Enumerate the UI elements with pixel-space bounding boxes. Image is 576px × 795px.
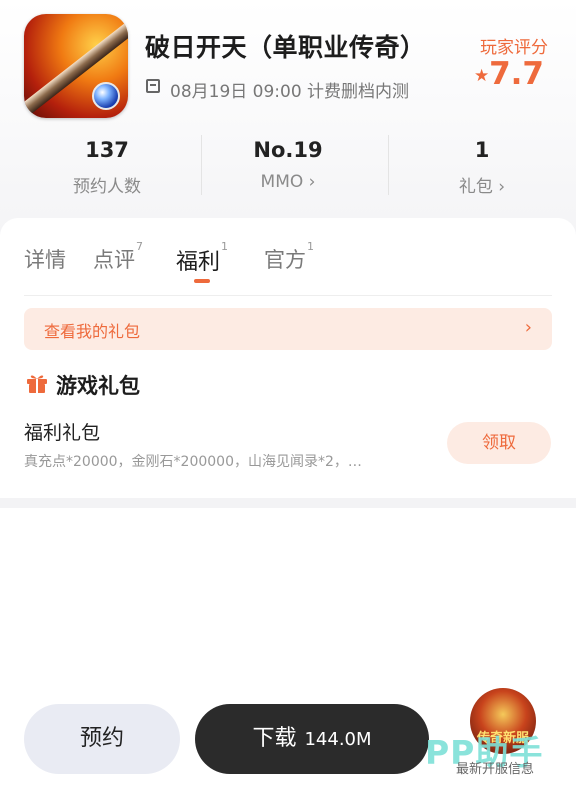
platform-badge-icon <box>92 82 120 110</box>
gift-pack-desc: 真充点*20000，金刚石*200000，山海见闻录*2，… <box>24 454 362 470</box>
stat-label: MMO › <box>260 172 316 192</box>
stat-label: 礼包 › <box>458 177 506 197</box>
section-separator <box>0 498 576 508</box>
tab-badge: 1 <box>307 240 314 253</box>
app-icon[interactable] <box>24 14 128 118</box>
chevron-right-icon: › <box>524 317 532 338</box>
rating-label: 玩家评分 <box>480 38 548 58</box>
calendar-icon <box>146 79 160 93</box>
tab-reviews[interactable]: 点评7 <box>93 240 143 274</box>
gift-pack-name: 福利礼包 <box>24 422 101 444</box>
stat-reservations: 137 预约人数 <box>13 138 201 197</box>
tab-details[interactable]: 详情 <box>24 244 66 274</box>
stat-label: 预约人数 <box>73 177 141 197</box>
banner-text: 查看我的礼包 <box>44 322 141 341</box>
claim-button[interactable]: 领取 <box>447 422 551 464</box>
tab-label: 点评 <box>93 248 135 272</box>
tab-label: 官方 <box>264 248 306 272</box>
tab-label: 详情 <box>24 248 66 272</box>
rating-value: 7.7 <box>489 56 544 92</box>
tab-welfare[interactable]: 福利1 <box>176 240 228 276</box>
test-schedule: 08月19日 09:00 计费删档内测 <box>170 82 410 102</box>
download-size: 144.0M <box>304 729 372 750</box>
stat-value: 1 <box>474 138 490 162</box>
stat-ranking[interactable]: No.19 MMO › <box>194 138 382 192</box>
stat-value: No.19 <box>253 138 323 162</box>
tab-label: 福利 <box>176 250 221 275</box>
tab-divider <box>24 295 552 296</box>
tab-badge: 1 <box>221 240 229 253</box>
download-label: 下载 <box>252 726 297 751</box>
app-title: 破日开天（单职业传奇） <box>145 33 426 62</box>
my-gifts-banner[interactable]: 查看我的礼包 › <box>24 308 552 350</box>
server-news-caption[interactable]: 最新开服信息 <box>456 758 534 777</box>
download-button[interactable]: 下载 144.0M <box>195 704 429 774</box>
gift-icon <box>27 375 47 393</box>
tab-badge: 7 <box>136 240 143 253</box>
active-tab-indicator <box>194 279 210 283</box>
star-icon: ★ <box>474 66 490 86</box>
stat-gifts[interactable]: 1 礼包 › <box>388 138 576 197</box>
reserve-button[interactable]: 预约 <box>24 704 180 774</box>
stat-value: 137 <box>85 138 129 162</box>
tab-official[interactable]: 官方1 <box>264 240 314 274</box>
gift-section-title: 游戏礼包 <box>56 374 140 398</box>
